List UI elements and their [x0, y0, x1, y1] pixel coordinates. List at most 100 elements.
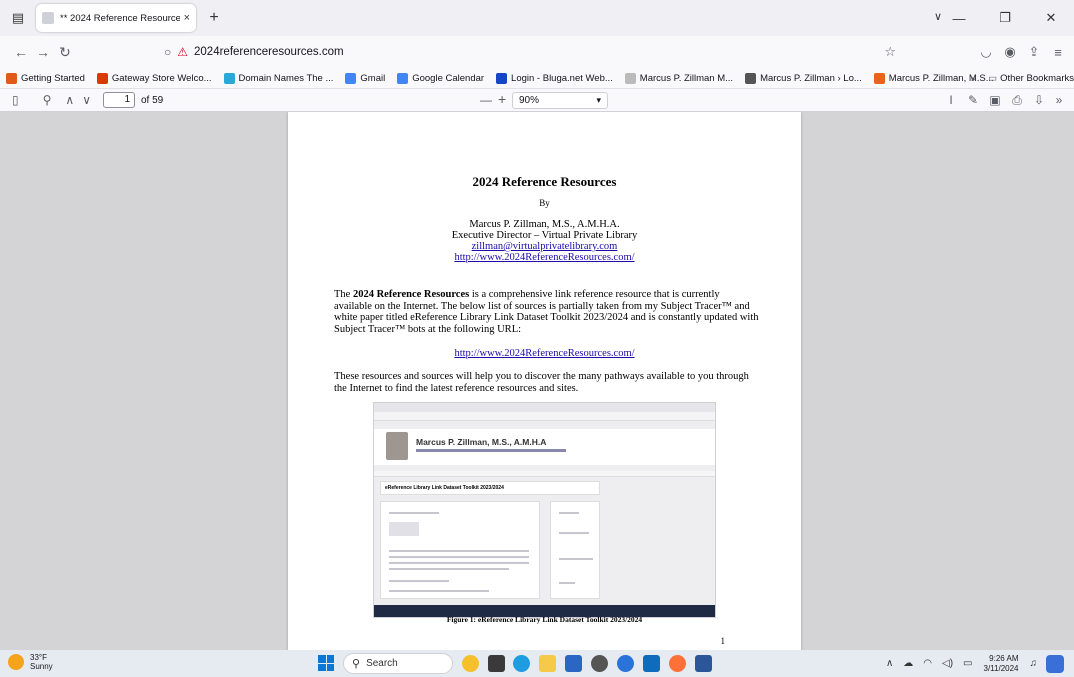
tab-list-icon[interactable]: ▤ [6, 6, 30, 30]
figure-body: Marcus P. Zillman, M.S., A.M.H.A eRefere… [374, 421, 715, 605]
outlook-app-icon[interactable] [643, 655, 660, 672]
weather-condition: Sunny [30, 662, 53, 671]
zoom-in-button[interactable]: + [498, 91, 506, 107]
resource-link-block: http://www.2024ReferenceResources.com/ [288, 348, 801, 359]
bookmark-item[interactable]: Getting Started [6, 72, 85, 84]
battery-icon[interactable]: ▭ [963, 658, 972, 669]
zoom-select[interactable]: 90% ▾ [512, 92, 608, 109]
word-app-icon[interactable] [695, 655, 712, 672]
bookmark-favicon-icon [397, 72, 409, 84]
intro-lead: The [334, 289, 353, 300]
wifi-icon[interactable]: ◠ [923, 658, 932, 669]
bookmark-item[interactable]: Domain Names The ... [223, 72, 333, 84]
notification-bell-icon[interactable]: ♫ [1030, 658, 1038, 669]
volume-icon[interactable]: ◁) [942, 658, 953, 669]
zoom-out-button[interactable]: — [480, 93, 492, 107]
chevron-down-icon: ▾ [596, 95, 601, 105]
firefox-app-icon[interactable] [669, 655, 686, 672]
print-icon[interactable]: ⎙ [1006, 93, 1028, 108]
clock-time: 9:26 AM [989, 653, 1019, 663]
figure-main-panel [380, 501, 540, 599]
bookmark-label: Login - Bluga.net Web... [511, 72, 613, 84]
figure-line [389, 556, 529, 558]
pdf-tools-right: I ✎ ▣ ⎙ ⇩ » [940, 89, 1068, 111]
app-icon[interactable] [617, 655, 634, 672]
bookmark-item[interactable]: Gmail [345, 72, 386, 84]
restore-icon[interactable]: ❐ [982, 10, 1028, 26]
page-number-input[interactable]: 1 [103, 92, 135, 108]
figure-line [389, 580, 449, 582]
task-view-icon[interactable] [488, 655, 505, 672]
resource-url-link[interactable]: http://www.2024ReferenceResources.com/ [454, 348, 634, 359]
pdf-viewer[interactable]: 2024 Reference Resources By Marcus P. Zi… [0, 112, 1074, 650]
clock[interactable]: 9:26 AM 3/11/2024 [984, 654, 1019, 674]
file-explorer-icon[interactable] [539, 655, 556, 672]
author-email-link[interactable]: zillman@virtualprivatelibrary.com [472, 241, 618, 252]
bookmark-star-icon[interactable]: ☆ [884, 44, 896, 60]
figure-line [559, 512, 579, 514]
more-tools-icon[interactable]: » [1050, 93, 1068, 107]
figure-line [389, 512, 439, 514]
figure-header: Marcus P. Zillman, M.S., A.M.H.A [374, 429, 715, 465]
edge-browser-icon[interactable] [513, 655, 530, 672]
store-app-icon[interactable] [565, 655, 582, 672]
tab-close-icon[interactable]: × [184, 12, 190, 24]
bookmark-item[interactable]: Marcus P. Zillman › Lo... [745, 72, 862, 84]
cloud-sync-icon[interactable]: ☁ [903, 658, 913, 669]
previous-page-icon[interactable]: ∧ [65, 93, 74, 107]
nav-bar: ← → ↻ ○ ⚠ 2024referenceresources.com ☆ ◡… [0, 36, 1074, 68]
sidebar-toggle-icon[interactable]: ▯ [12, 93, 19, 107]
url-bar[interactable]: ○ ⚠ 2024referenceresources.com ☆ [164, 40, 904, 64]
bookmark-label: Gmail [360, 72, 386, 84]
pocket-icon[interactable]: ◡ [974, 44, 998, 60]
tab-active[interactable]: ** 2024 Reference Resources by Ma × [36, 4, 196, 32]
connection-warning-icon[interactable]: ⚠ [177, 45, 188, 59]
zoom-value: 90% [519, 95, 540, 106]
back-icon[interactable]: ← [10, 44, 32, 60]
bookmark-favicon-icon [496, 72, 508, 84]
bookmark-favicon-icon [873, 72, 885, 84]
bookmark-label: Google Calendar [412, 72, 485, 84]
show-hidden-icons[interactable]: ∧ [886, 658, 893, 669]
figure-line [559, 532, 589, 534]
weather-widget[interactable]: 33°F Sunny [8, 653, 53, 671]
forward-icon[interactable]: → [32, 44, 54, 60]
nav-toolbar-right: ◡ ◉ ⇪ ≡ [974, 36, 1070, 68]
copilot-icon[interactable] [1046, 654, 1064, 673]
figure-line [389, 590, 489, 592]
bookmark-item[interactable]: Google Calendar [397, 72, 485, 84]
image-tool-icon[interactable]: ▣ [984, 93, 1006, 107]
figure-navbar [374, 412, 715, 421]
clock-date: 3/11/2024 [983, 663, 1019, 673]
bookmark-item[interactable]: Gateway Store Welco... [96, 72, 212, 84]
extensions-icon[interactable]: ⇪ [1022, 44, 1046, 60]
reload-icon[interactable]: ↻ [54, 44, 76, 61]
minimize-icon[interactable]: — [936, 11, 982, 26]
dell-app-icon[interactable] [591, 655, 608, 672]
find-icon[interactable]: ⚲ [43, 93, 52, 107]
account-icon[interactable]: ◉ [998, 44, 1022, 60]
next-page-icon[interactable]: ∨ [82, 93, 91, 107]
save-icon[interactable]: ⇩ [1028, 93, 1050, 107]
widgets-app-icon[interactable] [462, 655, 479, 672]
draw-tool-icon[interactable]: ✎ [962, 93, 984, 107]
weather-temp: 33°F [30, 653, 47, 662]
text-tool-icon[interactable]: I [940, 93, 962, 107]
document-title: 2024 Reference Resources [472, 174, 617, 189]
start-button[interactable] [318, 655, 334, 671]
figure-line [389, 568, 509, 570]
menu-icon[interactable]: ≡ [1046, 45, 1070, 60]
new-tab-button[interactable]: + [204, 9, 224, 27]
bookmarks-chevron-icon[interactable]: » [971, 73, 976, 84]
windows-taskbar: 33°F Sunny ⚲ Search ∧ ☁ ◠ ◁) ▭ 9:26 AM 3… [0, 650, 1074, 677]
author-url-link[interactable]: http://www.2024ReferenceResources.com/ [454, 252, 634, 263]
tracking-shield-icon[interactable]: ○ [164, 45, 171, 59]
other-bookmarks[interactable]: Other Bookmarks [1000, 73, 1074, 84]
bookmark-item[interactable]: Login - Bluga.net Web... [496, 72, 613, 84]
close-window-icon[interactable]: ✕ [1028, 10, 1074, 26]
bookmark-item[interactable]: Marcus P. Zillman M... [624, 72, 733, 84]
taskbar-search[interactable]: ⚲ Search [343, 653, 453, 674]
author-name: Marcus P. Zillman, M.S., A.M.H.A. [469, 219, 620, 230]
bookmark-favicon-icon [223, 72, 235, 84]
url-text[interactable]: 2024referenceresources.com [194, 46, 344, 58]
